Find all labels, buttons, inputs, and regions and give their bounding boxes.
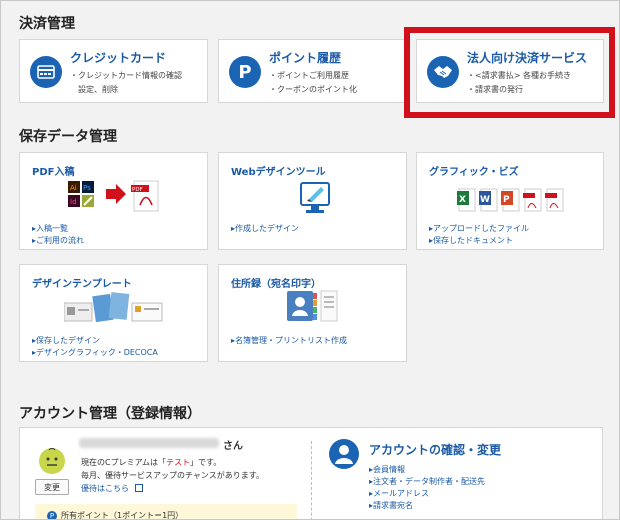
account-divider bbox=[311, 441, 312, 519]
link-saved-designs[interactable]: 保存したデザイン bbox=[32, 335, 158, 347]
pdf-submission-card[interactable]: PDF入稿 Ai Ps Id PDF 入稿一覧 ご利用の流れ bbox=[19, 152, 208, 250]
points-bar: P 所有ポイント（1ポイント＝1円） bbox=[35, 504, 297, 520]
link-created-designs[interactable]: 作成したデザイン bbox=[231, 223, 299, 235]
svg-text:P: P bbox=[503, 195, 510, 205]
account-links: 会員情報 注文者・データ制作者・配送先 メールアドレス 請求書宛名 bbox=[369, 464, 485, 512]
link-design-graphic-decoca[interactable]: デザイングラフィック・DECOCA bbox=[32, 347, 158, 359]
web-design-tool-card[interactable]: Webデザインツール 作成したデザイン bbox=[218, 152, 407, 250]
svg-text:X: X bbox=[459, 195, 466, 205]
name-suffix: さん bbox=[223, 441, 243, 452]
calendar-icon bbox=[134, 484, 143, 492]
points-label: 所有ポイント（1ポイント＝1円） bbox=[61, 511, 184, 520]
benefits-link[interactable]: 優待はこちら bbox=[81, 484, 129, 493]
credit-card-icon bbox=[30, 56, 62, 88]
credit-card-title: クレジットカード bbox=[70, 51, 167, 65]
point-badge-icon: P bbox=[47, 511, 57, 519]
pdf-submission-links: 入稿一覧 ご利用の流れ bbox=[32, 223, 84, 247]
credit-card-desc: ・クレジットカード情報の確認 設定、削除 bbox=[70, 71, 182, 94]
plan-info: 現在のCプレミアムは「テスト」です。 毎月、優待サービスアップのチャンスがありま… bbox=[81, 456, 264, 495]
template-cards-icon bbox=[63, 291, 164, 327]
graphic-biz-links: アップロードしたファイル 保存したドキュメント bbox=[429, 223, 529, 247]
payment-section-title: 決済管理 bbox=[19, 16, 75, 32]
design-template-title: デザインテンプレート bbox=[32, 279, 132, 290]
credit-card-card[interactable]: クレジットカード ・クレジットカード情報の確認 設定、削除 bbox=[19, 39, 208, 103]
link-uploaded-files[interactable]: アップロードしたファイル bbox=[429, 223, 529, 235]
account-confirm-title[interactable]: アカウントの確認・変更 bbox=[369, 441, 501, 458]
plan-prefix: 現在のCプレミアムは「 bbox=[81, 458, 167, 467]
svg-text:W: W bbox=[480, 195, 490, 205]
svg-text:Id: Id bbox=[70, 198, 77, 206]
point-history-card[interactable]: P ポイント履歴 ・ポイントご利用履歴 ・クーポンのポイント化 bbox=[218, 39, 407, 103]
web-design-tool-title: Webデザインツール bbox=[231, 167, 326, 178]
point-p-icon: P bbox=[229, 56, 261, 88]
link-submission-list[interactable]: 入稿一覧 bbox=[32, 223, 84, 235]
avatar bbox=[39, 448, 65, 474]
smiley-face-icon bbox=[46, 448, 58, 466]
svg-text:PDF: PDF bbox=[132, 187, 143, 193]
graphic-biz-card[interactable]: グラフィック・ビズ X W P アップロードしたファイル 保存したドキュメント bbox=[416, 152, 604, 250]
page: 決済管理 クレジットカード ・クレジットカード情報の確認 設定、削除 P ポイン… bbox=[0, 0, 620, 520]
link-saved-documents[interactable]: 保存したドキュメント bbox=[429, 235, 529, 247]
account-section-title: アカウント管理（登録情報） bbox=[19, 406, 201, 422]
address-book-links: 名簿管理・プリントリスト作成 bbox=[231, 335, 347, 347]
design-template-links: 保存したデザイン デザイングラフィック・DECOCA bbox=[32, 335, 158, 359]
data-section-title: 保存データ管理 bbox=[19, 129, 117, 145]
link-invoice-name[interactable]: 請求書宛名 bbox=[369, 500, 485, 512]
highlight-box bbox=[404, 27, 615, 118]
link-usage-flow[interactable]: ご利用の流れ bbox=[32, 235, 84, 247]
link-member-info[interactable]: 会員情報 bbox=[369, 464, 485, 476]
graphic-biz-title: グラフィック・ビズ bbox=[429, 167, 519, 178]
plan-value: テスト bbox=[166, 458, 191, 467]
link-email-address[interactable]: メールアドレス bbox=[369, 488, 485, 500]
link-roster-print-list[interactable]: 名簿管理・プリントリスト作成 bbox=[231, 335, 347, 347]
link-orderer-delivery[interactable]: 注文者・データ制作者・配送先 bbox=[369, 476, 485, 488]
address-book-title: 住所録（宛名印字） bbox=[231, 279, 321, 290]
address-book-card[interactable]: 住所録（宛名印字） 名簿管理・プリントリスト作成 bbox=[218, 264, 407, 362]
point-history-title: ポイント履歴 bbox=[269, 51, 342, 65]
plan-suffix: 」です。 bbox=[190, 458, 222, 467]
svg-text:Ps: Ps bbox=[83, 184, 91, 192]
adobe-apps-icon: Ai Ps Id PDF bbox=[68, 179, 178, 217]
monitor-pen-icon bbox=[299, 181, 333, 219]
plan-note: 毎月、優待サービスアップのチャンスがあります。 bbox=[81, 471, 264, 480]
change-avatar-button[interactable]: 変更 bbox=[35, 479, 69, 495]
svg-text:Ai: Ai bbox=[70, 184, 77, 192]
blurred-username bbox=[79, 438, 219, 448]
address-book-icon bbox=[287, 289, 339, 327]
web-design-tool-links: 作成したデザイン bbox=[231, 223, 299, 235]
design-template-card[interactable]: デザインテンプレート 保存したデザイン デザイングラフィック・DECOCA bbox=[19, 264, 208, 362]
account-user-icon bbox=[329, 439, 359, 469]
point-history-desc: ・ポイントご利用履歴 ・クーポンのポイント化 bbox=[269, 71, 357, 94]
office-files-icon: X W P bbox=[457, 185, 577, 217]
pdf-submission-title: PDF入稿 bbox=[32, 167, 75, 178]
